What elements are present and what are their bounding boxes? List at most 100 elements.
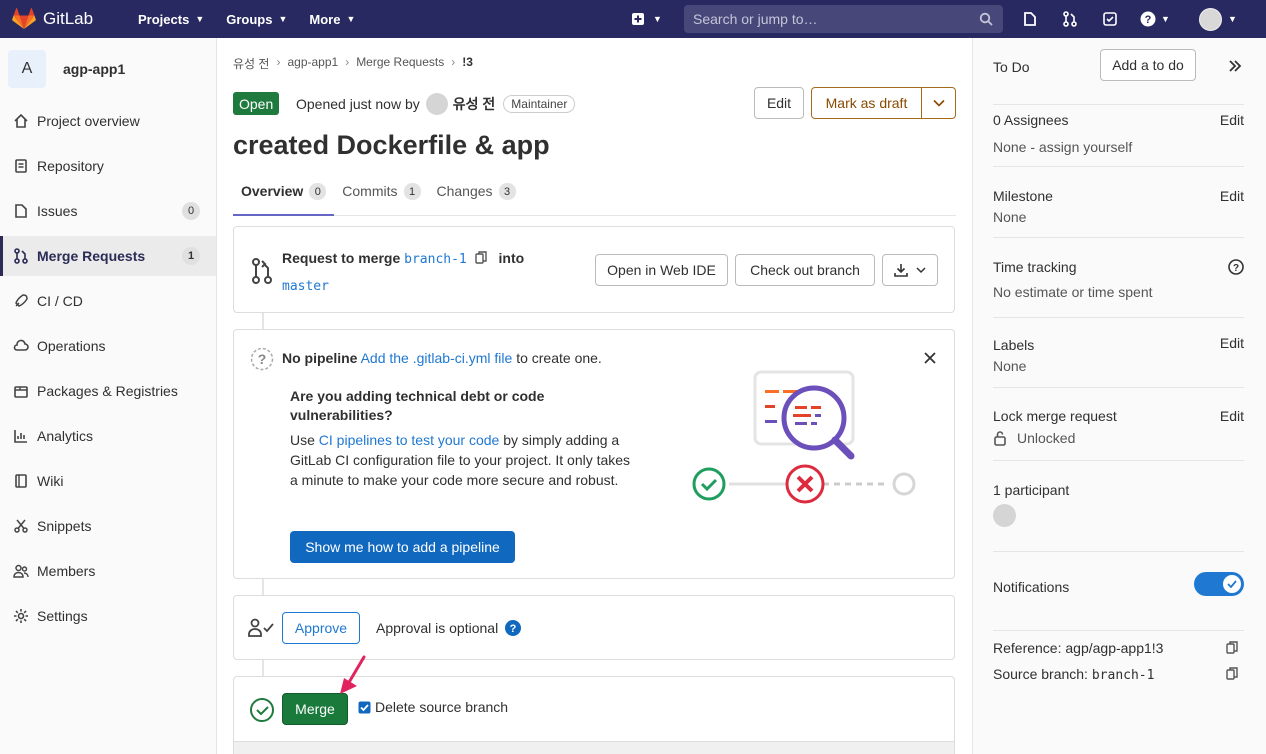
into-text: into	[498, 250, 525, 266]
tab-label: Overview	[241, 183, 304, 199]
new-item-dropdown[interactable]: ▼	[631, 0, 662, 38]
todo-section: To Do Add a to do	[993, 38, 1244, 105]
source-branch-section: Source branch: branch-1	[993, 666, 1244, 683]
unlock-icon	[994, 431, 1006, 446]
sidebar-item-snippets[interactable]: Snippets	[0, 506, 216, 546]
milestone-section: Milestone Edit None	[993, 167, 1244, 238]
edit-button[interactable]: Edit	[754, 87, 804, 119]
open-web-ide-button[interactable]: Open in Web IDE	[595, 254, 728, 286]
copy-icon[interactable]	[1226, 667, 1238, 681]
sidebar-item-label: Packages & Registries	[37, 383, 178, 399]
draft-dropdown-toggle[interactable]	[921, 87, 956, 119]
user-avatar-menu[interactable]: ▼	[1198, 7, 1238, 31]
todo-icon[interactable]	[1100, 9, 1120, 29]
nav-groups[interactable]: Groups ▼	[226, 12, 287, 27]
chevron-down-icon: ▼	[195, 14, 205, 24]
avatar[interactable]	[425, 92, 448, 115]
sidebar-item-wiki[interactable]: Wiki	[0, 461, 216, 501]
sidebar-item-project-overview[interactable]: Project overview	[0, 101, 216, 141]
source-branch-label: Source branch:	[993, 666, 1088, 682]
breadcrumb-separator: ›	[345, 55, 350, 69]
reference-section: Reference: agp/agp-app1!3	[993, 640, 1244, 656]
nav-more[interactable]: More ▼	[309, 12, 355, 27]
add-todo-button[interactable]: Add a to do	[1100, 49, 1196, 81]
sidebar-item-members[interactable]: Members	[0, 551, 216, 591]
nav-groups-label: Groups	[226, 11, 273, 27]
breadcrumb: 유성 전 › agp-app1 › Merge Requests › !3	[233, 55, 473, 72]
svg-text:?: ?	[510, 623, 517, 635]
milestone-value: None	[993, 209, 1027, 225]
reference-text: Reference: agp/agp-app1!3	[993, 640, 1164, 656]
gitlab-tanuki-icon	[12, 8, 36, 29]
gitlab-logo[interactable]: GitLab	[12, 8, 107, 30]
lock-edit-link[interactable]: Edit	[1220, 408, 1244, 424]
help-icon[interactable]: ?	[1228, 259, 1244, 275]
tab-count: 1	[403, 183, 421, 200]
approve-button[interactable]: Approve	[282, 612, 360, 644]
checkbox-checked-icon[interactable]	[358, 701, 371, 714]
check-circle-icon	[250, 698, 274, 722]
svg-text:?: ?	[1233, 263, 1239, 274]
show-pipeline-button[interactable]: Show me how to add a pipeline	[290, 531, 515, 563]
cloud-gear-icon	[13, 338, 29, 354]
merge-request-icon[interactable]	[1060, 9, 1080, 29]
close-icon[interactable]	[924, 352, 936, 364]
right-sidebar: To Do Add a to do 0 Assignees Edit None …	[972, 38, 1266, 754]
merge-card-footer	[234, 741, 954, 754]
delete-source-branch-option[interactable]: Delete source branch	[358, 699, 508, 715]
sidebar-item-settings[interactable]: Settings	[0, 596, 216, 636]
pipeline-title: No pipeline	[282, 350, 358, 366]
breadcrumb-project[interactable]: agp-app1	[287, 55, 338, 72]
issues-icon[interactable]	[1020, 9, 1040, 29]
tab-label: Commits	[342, 183, 398, 199]
tab-changes[interactable]: Changes 3	[429, 178, 524, 216]
mark-as-draft-button[interactable]: Mark as draft	[811, 87, 922, 119]
collapse-sidebar-icon[interactable]	[1228, 59, 1242, 73]
breadcrumb-user[interactable]: 유성 전	[233, 55, 269, 72]
tab-overview[interactable]: Overview 0	[233, 178, 335, 216]
sidebar-item-label: CI / CD	[37, 293, 83, 309]
checkout-branch-button[interactable]: Check out branch	[735, 254, 875, 286]
help-icon[interactable]: ?	[505, 620, 522, 636]
tab-commits[interactable]: Commits 1	[334, 178, 428, 216]
author-name[interactable]: 유성 전	[453, 94, 496, 114]
avatar[interactable]	[993, 504, 1016, 527]
download-dropdown[interactable]	[882, 254, 938, 286]
copy-icon[interactable]	[474, 251, 487, 265]
breadcrumb-mr-id[interactable]: !3	[462, 55, 473, 72]
help-icon[interactable]: ? ▼	[1140, 9, 1170, 29]
assign-yourself-link[interactable]: None - assign yourself	[993, 139, 1132, 155]
question-circle-icon: ?	[250, 347, 274, 371]
approval-status: Approval is optional ?	[376, 620, 522, 636]
project-header[interactable]: A agp-app1	[0, 38, 216, 99]
project-avatar: A	[8, 49, 46, 88]
merge-request-icon	[13, 248, 29, 264]
search-placeholder: Search or jump to…	[693, 11, 818, 27]
sidebar-item-repository[interactable]: Repository	[0, 146, 216, 186]
notifications-toggle[interactable]	[1194, 572, 1244, 596]
source-branch-link[interactable]: branch-1	[404, 252, 467, 267]
pipeline-suffix: to create one.	[516, 350, 602, 366]
project-sidebar: A agp-app1 Project overview Repository Iss…	[0, 38, 217, 754]
add-gitlab-ci-link[interactable]: Add the .gitlab-ci.yml file	[361, 350, 513, 366]
milestone-edit-link[interactable]: Edit	[1220, 188, 1244, 204]
sidebar-item-operations[interactable]: Operations	[0, 326, 216, 366]
target-branch-link[interactable]: master	[282, 279, 329, 294]
sidebar-item-issues[interactable]: Issues 0	[0, 191, 216, 231]
approval-card: Approve Approval is optional ?	[233, 595, 955, 660]
annotation-arrow-icon	[340, 655, 366, 694]
chevron-down-icon: ▼	[1228, 14, 1237, 24]
chevron-down-icon: ▼	[346, 14, 356, 24]
labels-edit-link[interactable]: Edit	[1220, 335, 1244, 351]
sidebar-item-packages-registries[interactable]: Packages & Registries	[0, 371, 216, 411]
search-input[interactable]: Search or jump to…	[684, 5, 1003, 33]
assignees-edit-link[interactable]: Edit	[1220, 112, 1244, 128]
sidebar-item-merge-requests[interactable]: Merge Requests 1	[0, 236, 216, 276]
ci-pipelines-link[interactable]: CI pipelines to test your code	[319, 432, 500, 448]
plus-square-icon	[632, 13, 644, 25]
nav-projects[interactable]: Projects ▼	[138, 12, 204, 27]
sidebar-item-ci-cd[interactable]: CI / CD	[0, 281, 216, 321]
copy-icon[interactable]	[1226, 641, 1238, 655]
sidebar-item-analytics[interactable]: Analytics	[0, 416, 216, 456]
breadcrumb-merge-requests[interactable]: Merge Requests	[356, 55, 444, 72]
